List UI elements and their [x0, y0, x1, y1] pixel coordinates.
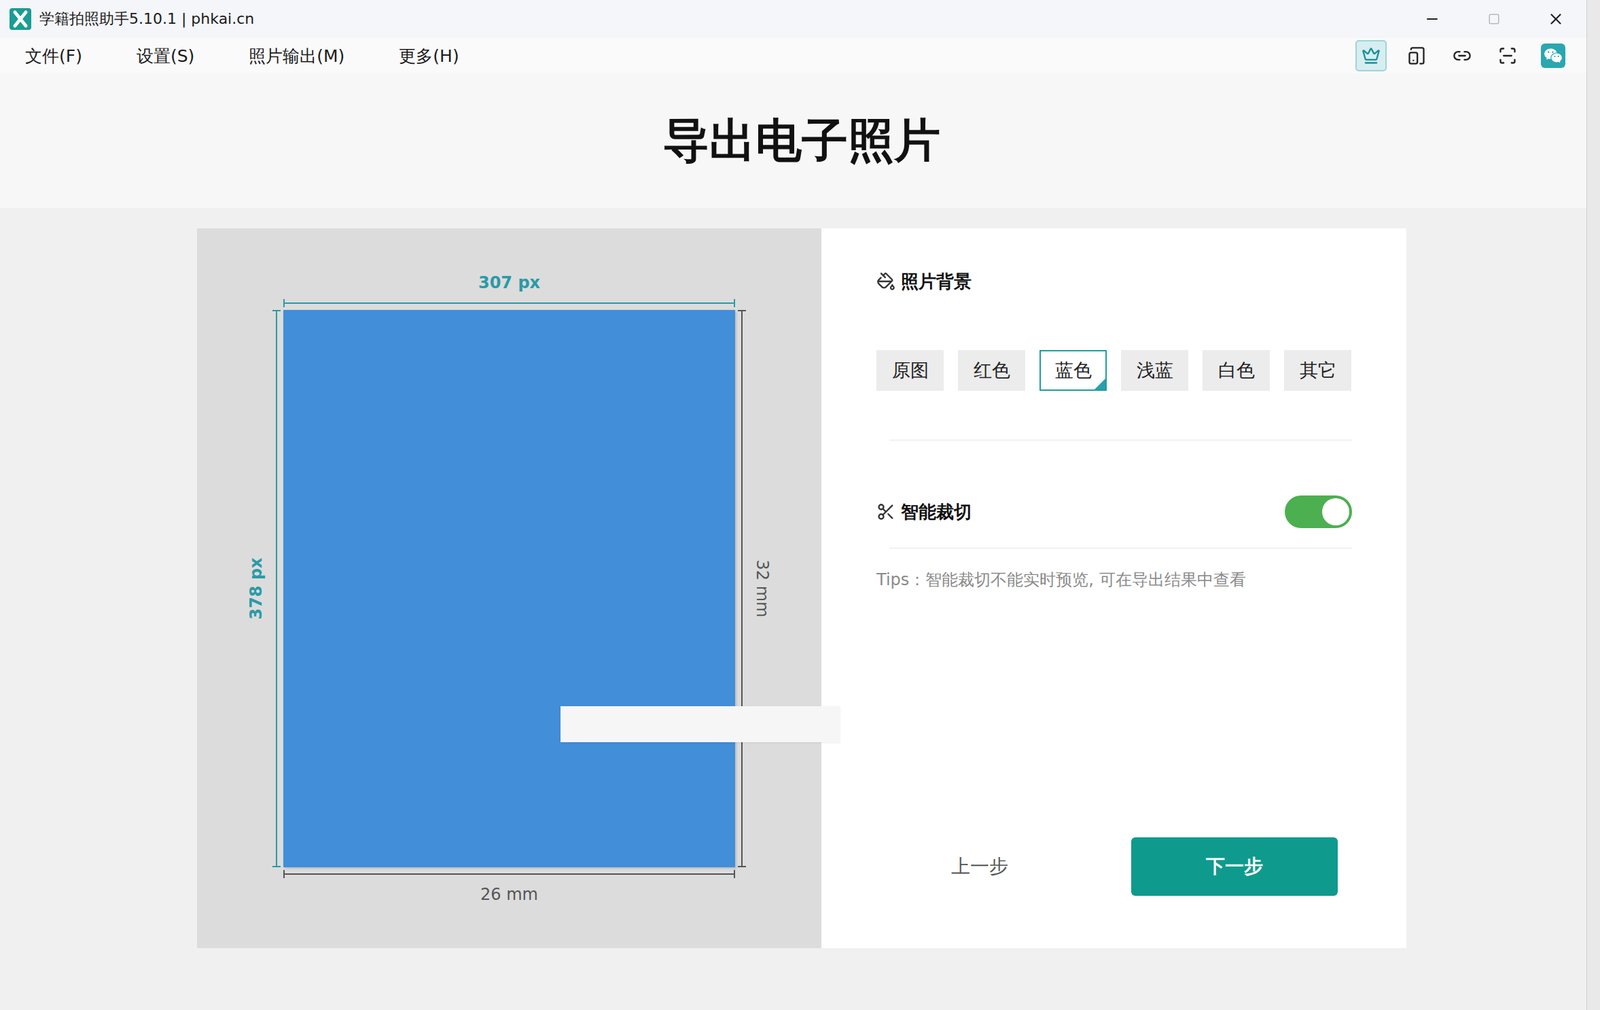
photo-preview: 307 px 378 px 32 mm 26 mm: [197, 228, 822, 948]
id-photo: [283, 309, 736, 867]
height-px-label: 378 px: [242, 309, 270, 867]
background-options: 原图红色蓝色浅蓝白色其它: [876, 349, 1353, 391]
background-header: 照片背景: [876, 267, 1353, 295]
scan-icon[interactable]: [1491, 40, 1524, 72]
smart-crop-row: 智能裁切: [876, 494, 1353, 529]
minimize-icon[interactable]: [1400, 0, 1463, 39]
main-card: 307 px 378 px 32 mm 26 mm 照片背景原图红色蓝色浅蓝白色其它智能…: [197, 228, 1407, 948]
smart-crop-toggle[interactable]: [1284, 495, 1353, 528]
background-option[interactable]: 红色: [957, 349, 1026, 391]
preview-grid: 307 px 378 px 32 mm 26 mm: [242, 269, 776, 908]
selected-corner: [1094, 378, 1106, 390]
background-option[interactable]: 浅蓝: [1121, 349, 1189, 391]
empty-tooltip: [560, 705, 840, 742]
divider: [889, 547, 1353, 549]
content: 307 px 378 px 32 mm 26 mm 照片背景原图红色蓝色浅蓝白色其它智能…: [0, 207, 1587, 1010]
device-icon[interactable]: [1400, 40, 1433, 72]
section-label: 智能裁切: [900, 500, 972, 524]
page-header: 导出电子照片: [0, 73, 1587, 208]
toggle-knob: [1322, 498, 1350, 526]
height-px-line: [272, 309, 281, 867]
app-logo-icon: [9, 8, 32, 30]
width-px-line: [283, 298, 736, 308]
tip-text: Tips：智能裁切不能实时预览, 可在导出结果中查看: [876, 568, 1353, 591]
back-button[interactable]: 上一步: [876, 853, 1083, 880]
background-option[interactable]: 蓝色: [1039, 349, 1107, 391]
paint-bucket-icon: [876, 271, 896, 291]
menu-item[interactable]: 照片输出(M): [248, 44, 345, 68]
page-title: 导出电子照片: [197, 110, 1407, 172]
scissors-icon: [876, 502, 896, 522]
close-icon[interactable]: [1524, 0, 1587, 39]
settings-panel: 照片背景原图红色蓝色浅蓝白色其它智能裁切 Tips：智能裁切不能实时预览, 可在导…: [821, 228, 1407, 948]
menu-item[interactable]: 更多(H): [398, 44, 459, 68]
maximize-icon: [1462, 0, 1525, 39]
toolbar: [1355, 40, 1587, 72]
background-option[interactable]: 白色: [1202, 349, 1270, 391]
title-bar: 学籍拍照助手5.10.1 | phkai.cn: [0, 0, 1587, 39]
height-mm-line: [737, 309, 746, 867]
divider: [889, 439, 1353, 441]
height-mm-label: 32 mm: [748, 309, 776, 867]
width-mm-label: 26 mm: [283, 880, 736, 908]
background-option[interactable]: 原图: [876, 349, 944, 391]
width-mm-line: [283, 869, 736, 878]
next-button[interactable]: 下一步: [1131, 837, 1338, 896]
background-option[interactable]: 其它: [1284, 349, 1352, 391]
menu-bar: 文件(F) 设置(S) 照片输出(M) 更多(H): [0, 38, 1587, 74]
vip-crown-icon[interactable]: [1355, 40, 1387, 72]
menu-item[interactable]: 文件(F): [25, 44, 83, 68]
width-px-label: 307 px: [283, 269, 736, 297]
link-icon[interactable]: [1446, 40, 1478, 72]
window-title: 学籍拍照助手5.10.1 | phkai.cn: [39, 8, 1401, 30]
section-label: 照片背景: [900, 269, 972, 294]
wechat-icon[interactable]: [1537, 40, 1569, 72]
actions: 上一步 下一步: [876, 837, 1353, 896]
app-window: 学籍拍照助手5.10.1 | phkai.cn 文件(F) 设置(S) 照片输出(M)…: [0, 0, 1588, 1010]
menu-item[interactable]: 设置(S): [136, 44, 195, 68]
